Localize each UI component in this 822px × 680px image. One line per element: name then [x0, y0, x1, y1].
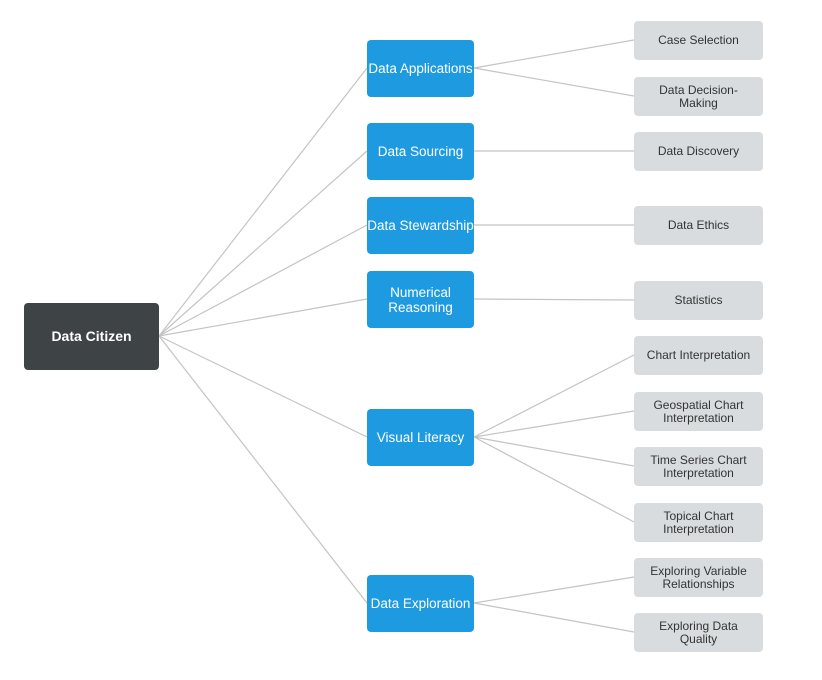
leaf-label: Data Decision-Making: [659, 82, 738, 110]
branch-node[interactable]: Data Stewardship: [367, 197, 474, 254]
leaf-node[interactable]: Statistics: [634, 281, 763, 320]
connector-root-to-branch: [158, 335, 368, 604]
connector-root-to-branch: [158, 150, 368, 337]
connector-root-to-branch: [158, 67, 368, 337]
leaf-node[interactable]: Data Decision-Making: [634, 77, 763, 116]
branch-node[interactable]: Numerical Reasoning: [367, 271, 474, 328]
leaf-node[interactable]: Data Discovery: [634, 132, 763, 171]
leaf-label: Exploring Variable Relationships: [650, 563, 747, 591]
leaf-label: Data Ethics: [667, 218, 730, 232]
branch-label: Data Exploration: [370, 596, 471, 611]
connector-branch-to-leaf: [473, 298, 635, 301]
connector-branch-to-leaf: [473, 436, 635, 523]
leaf-label: Chart Interpretation: [646, 348, 751, 362]
leaf-node[interactable]: Topical Chart Interpretation: [634, 503, 763, 542]
leaf-node[interactable]: Chart Interpretation: [634, 336, 763, 375]
leaf-node[interactable]: Geospatial Chart Interpretation: [634, 392, 763, 431]
branch-node[interactable]: Visual Literacy: [367, 409, 474, 466]
leaf-label: Geospatial Chart Interpretation: [653, 397, 744, 425]
leaf-node[interactable]: Data Ethics: [634, 206, 763, 245]
leaf-label: Data Discovery: [657, 144, 740, 158]
branch-node[interactable]: Data Exploration: [367, 575, 474, 632]
branch-label: Numerical Reasoning: [388, 284, 453, 315]
connector-root-to-branch: [158, 224, 368, 337]
root-node[interactable]: Data Citizen: [24, 303, 159, 370]
branch-label: Data Stewardship: [367, 218, 474, 233]
leaf-label: Time Series Chart Interpretation: [650, 452, 747, 480]
connector-branch-to-leaf: [473, 67, 635, 97]
connector-branch-to-leaf: [473, 354, 635, 438]
connector-branch-to-leaf: [473, 602, 635, 633]
root-label: Data Citizen: [51, 328, 132, 344]
leaf-node[interactable]: Case Selection: [634, 21, 763, 60]
branch-node[interactable]: Data Applications: [367, 40, 474, 97]
leaf-label: Statistics: [674, 293, 723, 307]
connector-branch-to-leaf: [473, 410, 635, 438]
leaf-label: Case Selection: [658, 33, 739, 47]
connector-branch-to-leaf: [473, 436, 635, 467]
connector-root-to-branch: [158, 298, 368, 337]
branch-node[interactable]: Data Sourcing: [367, 123, 474, 180]
connector-root-to-branch: [158, 335, 368, 438]
leaf-node[interactable]: Time Series Chart Interpretation: [634, 447, 763, 486]
connector-branch-to-leaf: [473, 39, 635, 69]
connector-branch-to-leaf: [473, 576, 635, 604]
leaf-node[interactable]: Exploring Variable Relationships: [634, 558, 763, 597]
leaf-node[interactable]: Exploring Data Quality: [634, 613, 763, 652]
branch-label: Visual Literacy: [376, 430, 465, 445]
leaf-label: Topical Chart Interpretation: [663, 508, 734, 536]
branch-label: Data Sourcing: [377, 144, 464, 159]
branch-label: Data Applications: [368, 61, 473, 76]
leaf-label: Exploring Data Quality: [659, 618, 738, 646]
